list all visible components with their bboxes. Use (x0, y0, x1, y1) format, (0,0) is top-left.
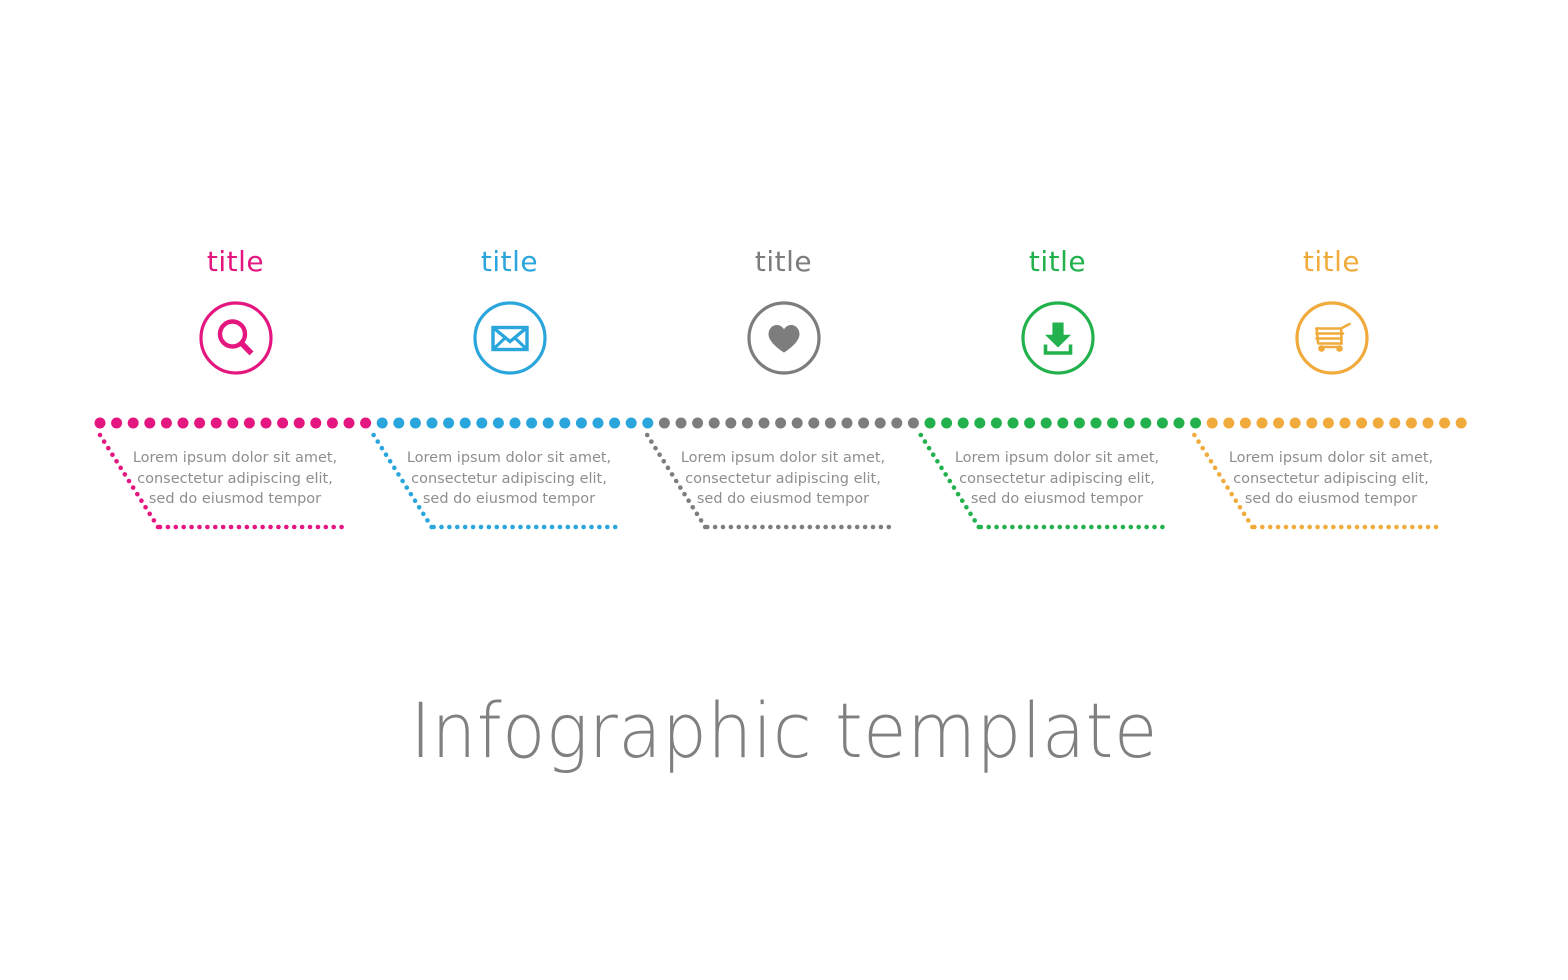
segment-5-line-3: sed do eiusmod tempor (1244, 491, 1418, 508)
segment-2-line-3: sed do eiusmod tempor (422, 491, 596, 508)
segment-3-title: title (754, 245, 813, 278)
segment-1-line-3: sed do eiusmod tempor (148, 491, 322, 508)
segment-2[interactable]: title (372, 248, 647, 376)
search-icon[interactable] (198, 300, 274, 376)
segment-1-line-2: consectetur adipiscing elit, (137, 470, 333, 487)
segment-4[interactable]: title (920, 248, 1195, 376)
segment-5-line-1: Lorem ipsum dolor sit amet, (1228, 450, 1434, 466)
segment-3-line-2: consectetur adipiscing elit, (685, 470, 881, 487)
segment-5-title: title (1302, 245, 1361, 278)
segment-3-line-1: Lorem ipsum dolor sit amet, (680, 450, 886, 466)
segment-3-description: Lorem ipsum dolor sit amet, consectetur … (658, 448, 908, 510)
segment-3-line-3: sed do eiusmod tempor (696, 491, 870, 508)
segment-1[interactable]: title (98, 248, 373, 376)
segment-4-line-3: sed do eiusmod tempor (970, 491, 1144, 508)
segment-5-line-2: consectetur adipiscing elit, (1233, 470, 1429, 487)
segment-4-description: Lorem ipsum dolor sit amet, consectetur … (932, 448, 1182, 510)
segment-1-line-1: Lorem ipsum dolor sit amet, (132, 450, 338, 466)
segment-1-title: title (206, 245, 265, 278)
heart-icon[interactable] (746, 300, 822, 376)
page-title: Infographic template (410, 686, 1158, 775)
infographic-canvas: title Lorem ipsum dolor sit amet, consec… (0, 0, 1568, 980)
segment-2-description: Lorem ipsum dolor sit amet, consectetur … (384, 448, 634, 510)
segment-4-line-1: Lorem ipsum dolor sit amet, (954, 450, 1160, 466)
segment-2-line-2: consectetur adipiscing elit, (411, 470, 607, 487)
segment-2-title: title (480, 245, 539, 278)
segment-1-description: Lorem ipsum dolor sit amet, consectetur … (110, 448, 360, 510)
cart-icon[interactable] (1294, 300, 1370, 376)
segment-4-line-2: consectetur adipiscing elit, (959, 470, 1155, 487)
segment-5[interactable]: title (1194, 248, 1469, 376)
envelope-icon[interactable] (472, 300, 548, 376)
download-icon[interactable] (1020, 300, 1096, 376)
segment-3[interactable]: title (646, 248, 921, 376)
segment-4-title: title (1028, 245, 1087, 278)
segment-2-line-1: Lorem ipsum dolor sit amet, (406, 450, 612, 466)
segment-5-description: Lorem ipsum dolor sit amet, consectetur … (1206, 448, 1456, 510)
